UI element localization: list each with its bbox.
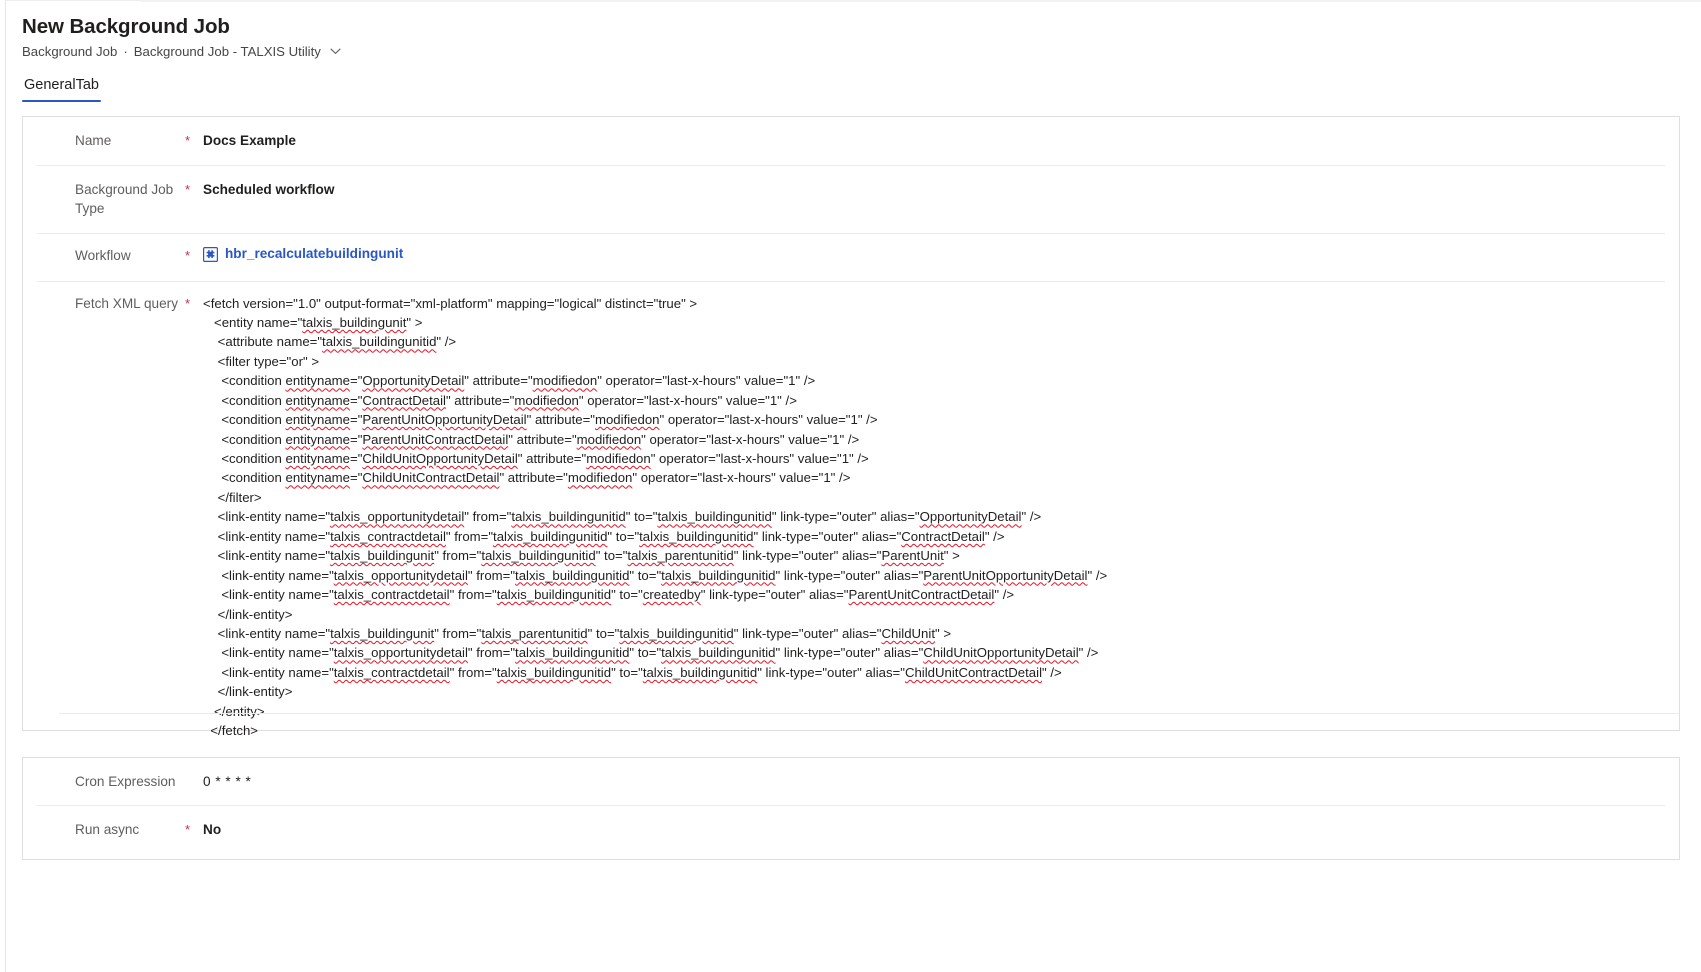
record-header: New Background Job Background Job · Back… [22, 14, 1222, 60]
left-edge-rail [0, 0, 6, 972]
field-value-fetch-xml-query[interactable]: <fetch version="1.0" output-format="xml-… [203, 294, 1665, 741]
fetch-xml-line: <condition entityname="OpportunityDetail… [203, 373, 816, 389]
fetch-xml-line: <condition entityname="ParentUnitContrac… [203, 431, 860, 447]
lookup-value-workflow[interactable]: hbr_recalculatebuildingunit [203, 246, 403, 262]
fetch-xml-line: </filter> [203, 489, 262, 505]
field-label-background-job-type: Background Job Type [75, 182, 174, 216]
breadcrumb-separator: · [123, 44, 128, 59]
field-value-background-job-type[interactable]: Scheduled workflow [203, 180, 1665, 199]
general-section-card: Name * Docs Example Background Job Type … [22, 116, 1680, 738]
breadcrumb-parent[interactable]: Background Job [22, 43, 117, 60]
required-marker-name: * [185, 133, 191, 148]
fetch-xml-line: <filter type="or" > [203, 353, 320, 369]
fetch-xml-line: <link-entity name="talxis_opportunitydet… [203, 645, 1099, 661]
schedule-section-card: Cron Expression * 0 * * * * Run async * … [22, 757, 1680, 860]
fetch-xml-line: <fetch version="1.0" output-format="xml-… [203, 295, 698, 311]
lookup-link-workflow[interactable]: hbr_recalculatebuildingunit [225, 246, 403, 262]
fetch-xml-line: <link-entity name="talxis_contractdetail… [203, 528, 1005, 544]
fetch-xml-line: <condition entityname="ChildUnitContract… [203, 470, 851, 486]
field-value-workflow: hbr_recalculatebuildingunit [203, 246, 1665, 267]
field-row-run-async: Run async * No [23, 805, 1679, 853]
fetch-xml-line: <condition entityname="ContractDetail" a… [203, 392, 797, 408]
field-row-cron-expression: Cron Expression * 0 * * * * [23, 758, 1679, 805]
field-value-name[interactable]: Docs Example [203, 131, 1665, 150]
field-label-workflow: Workflow [75, 248, 131, 263]
fetch-xml-bottom-divider [59, 713, 1679, 714]
required-marker-run-async: * [185, 822, 191, 837]
required-marker-workflow: * [185, 248, 191, 263]
fetch-xml-line: <link-entity name="talxis_opportunitydet… [203, 509, 1042, 525]
tab-generaltab-label: GeneralTab [24, 77, 99, 93]
breadcrumb-current[interactable]: Background Job - TALXIS Utility [134, 43, 321, 60]
fetch-xml-line: <link-entity name="talxis_buildingunit" … [203, 625, 952, 641]
required-marker-background-job-type: * [185, 182, 191, 197]
required-marker-cron-expression: * [181, 772, 203, 791]
fetch-xml-line: <link-entity name="talxis_contractdetail… [203, 664, 1062, 680]
fetch-xml-line: <entity name="talxis_buildingunit" > [203, 314, 423, 330]
fetch-xml-line: </link-entity> [203, 606, 293, 622]
field-label-cron-expression: Cron Expression [75, 774, 176, 789]
field-row-name: Name * Docs Example [23, 117, 1679, 165]
app-window: New Background Job Background Job · Back… [0, 0, 1701, 972]
fetch-xml-line: <link-entity name="talxis_buildingunit" … [203, 548, 960, 564]
fetch-xml-line: </fetch> [203, 723, 258, 739]
tab-strip: GeneralTab [22, 76, 101, 102]
fetch-xml-line: <link-entity name="talxis_contractdetail… [203, 587, 1015, 603]
field-row-fetch-xml-query: Fetch XML query * <fetch version="1.0" o… [23, 280, 1679, 750]
chevron-down-icon[interactable] [330, 44, 341, 61]
fetch-xml-line: <link-entity name="talxis_opportunitydet… [203, 567, 1108, 583]
fetch-xml-line: <condition entityname="ParentUnitOpportu… [203, 412, 878, 428]
breadcrumb: Background Job · Background Job - TALXIS… [22, 43, 1222, 60]
fetch-xml-line: </entity> [203, 703, 265, 719]
field-row-background-job-type: Background Job Type * Scheduled workflow [23, 165, 1679, 233]
page-title: New Background Job [22, 15, 230, 38]
fetch-xml-line: <attribute name="talxis_buildingunitid" … [203, 334, 457, 350]
field-value-run-async[interactable]: No [203, 820, 1665, 839]
window-top-border-secondary [140, 0, 1701, 2]
field-label-name: Name [75, 133, 112, 148]
field-value-cron-expression[interactable]: 0 * * * * [203, 772, 1665, 791]
tab-generaltab[interactable]: GeneralTab [22, 77, 101, 102]
fetch-xml-line: </link-entity> [203, 684, 293, 700]
field-row-workflow: Workflow * hbr_recalculatebuildingunit [23, 233, 1679, 281]
fetch-xml-line: <condition entityname="ChildUnitOpportun… [203, 451, 869, 466]
field-label-run-async: Run async [75, 822, 140, 837]
field-label-fetch-xml-query: Fetch XML query [75, 295, 179, 311]
workflow-process-icon [203, 246, 219, 262]
required-marker-fetch-xml-query: * [185, 295, 191, 311]
